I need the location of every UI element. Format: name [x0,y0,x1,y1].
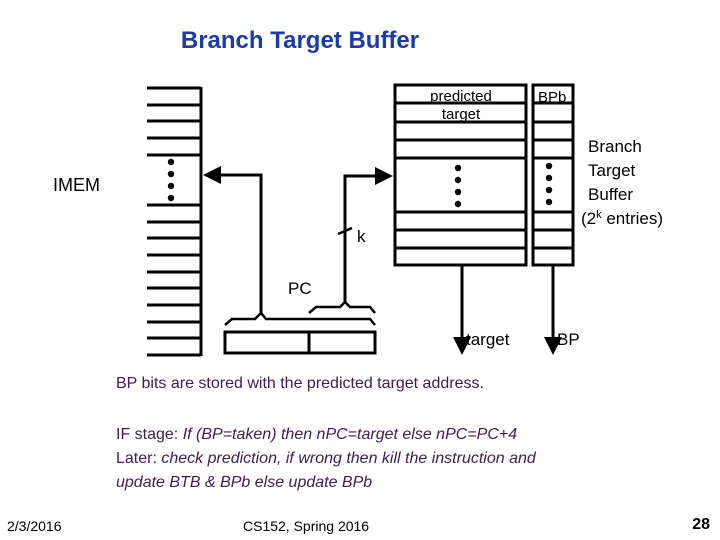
bpb-table [531,83,575,267]
footer-date: 2/3/2016 [7,518,62,534]
btb-header-predicted: predicted [430,88,492,105]
btb-ellipsis-dots [454,164,462,208]
ellipsis-dot [454,188,462,196]
btb-caption-line: Target [588,161,636,180]
imem-ellipsis-dots [167,158,175,202]
bp-output-label: BP [557,330,580,349]
pc-index-to-btb-arrow [343,167,393,302]
page-number: 28 [692,516,710,533]
pc-register-box [223,330,377,355]
note-bp-bits: BP bits are stored with the predicted ta… [116,375,484,392]
btb-caption-entries: (2k entries) [581,209,663,228]
bpb-header: BPb [538,89,566,106]
ellipsis-dot [454,176,462,184]
bpb-table-outline [531,83,575,267]
note-if-stage-text: If (BP=taken) then nPC=target else nPC=P… [182,426,518,443]
btb-caption-suffix: entries) [602,209,663,228]
footer-course: CS152, Spring 2016 [243,518,370,534]
btb-caption-line: Branch [588,137,642,156]
note-later: Later: check prediction, if wrong then k… [116,450,536,468]
note-later-text-continued: update BTB & BPb else update BPb [116,474,373,491]
pc-register [223,330,377,355]
note-later-label: Later: [116,450,162,467]
note-later-text: check prediction, if wrong then kill the… [161,450,536,467]
btb-header-target: target [442,106,481,123]
ellipsis-dot [167,170,175,178]
pc-label: PC [288,279,312,298]
imem-label: IMEM [53,175,100,195]
bpb-ellipsis-dots [545,162,553,206]
ellipsis-dot [545,186,553,194]
btb-caption: Branch Target Buffer (2k entries) [581,137,663,228]
ellipsis-dot [545,174,553,182]
ellipsis-dot [167,182,175,190]
note-if-stage-label: IF stage: [116,426,183,443]
ellipsis-dot [167,158,175,166]
ellipsis-dot [545,162,553,170]
ellipsis-dot [454,200,462,208]
note-if-stage: IF stage: If (BP=taken) then nPC=target … [116,426,517,444]
note-later-continued: update BTB & BPb else update BPb [116,474,372,492]
pc-high-bits-brace [224,311,376,326]
pc-to-imem-arrow [203,166,263,313]
pc-index-bits-brace [308,300,376,314]
ellipsis-dot [167,194,175,202]
btb-caption-prefix: (2 [581,209,596,228]
index-width-label: k [357,227,366,246]
imem-block [147,86,203,357]
ellipsis-dot [545,198,553,206]
target-output-label: target [466,330,510,349]
btb-caption-line: Buffer [588,185,633,204]
ellipsis-dot [454,164,462,172]
